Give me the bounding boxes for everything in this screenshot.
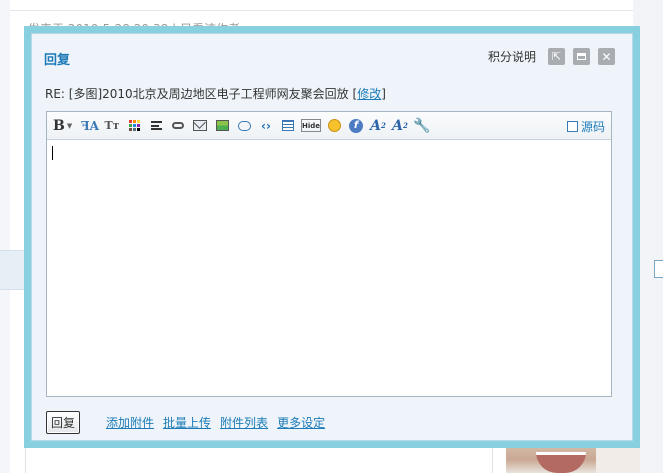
rich-text-editor: B ▼ ꟻA Tт ‹› Hide f A2 A2 🔧 源码 (46, 111, 612, 397)
maximize-icon[interactable] (573, 48, 590, 65)
reply-subject: RE: [多图]2010北京及周边地区电子工程师网友聚会回放 [修改] (45, 85, 386, 102)
dialog-title: 回复 (44, 53, 71, 68)
editor-toolbar: B ▼ ꟻA Tт ‹› Hide f A2 A2 🔧 源码 (47, 112, 611, 140)
bold-glyph: B (53, 117, 65, 134)
select-checkbox[interactable] (654, 260, 663, 278)
reply-submit-button[interactable]: 回复 (46, 411, 81, 434)
source-toggle[interactable]: 源码 (566, 118, 605, 135)
source-label[interactable]: 源码 (581, 118, 605, 135)
wrench-icon[interactable]: 🔧 (413, 117, 431, 135)
more-settings-link[interactable]: 更多设定 (277, 414, 325, 431)
bold-button[interactable]: B ▼ (53, 117, 77, 135)
add-attachment-link[interactable]: 添加附件 (106, 414, 154, 431)
divider (10, 10, 663, 11)
bracket-close: ] (381, 87, 386, 101)
edit-subject-link[interactable]: 修改 (357, 87, 381, 101)
dialog-controls: 积分说明 ⇱ ✕ (488, 48, 615, 65)
reply-dialog-frame: 回复 积分说明 ⇱ ✕ RE: [多图]2010北京及周边地区电子工程师网友聚会… (24, 26, 640, 448)
source-checkbox[interactable] (566, 121, 578, 132)
superscript-button[interactable]: A2 (369, 117, 387, 135)
batch-upload-link[interactable]: 批量上传 (163, 414, 211, 431)
font-icon[interactable]: ꟻA (81, 117, 99, 135)
text-cursor (52, 146, 53, 160)
table-icon[interactable] (279, 117, 297, 135)
attachment-list-link[interactable]: 附件列表 (220, 414, 268, 431)
points-info-link[interactable]: 积分说明 (488, 48, 536, 65)
align-icon[interactable] (147, 117, 165, 135)
email-icon[interactable] (191, 117, 209, 135)
dialog-footer: 回复 添加附件 批量上传 附件列表 更多设定 (46, 411, 334, 434)
font-size-button[interactable]: Tт (103, 117, 121, 135)
smiley-icon[interactable] (325, 117, 343, 135)
subscript-glyph: A (392, 117, 403, 134)
hide-button[interactable]: Hide (301, 119, 321, 132)
popout-icon[interactable]: ⇱ (548, 48, 565, 65)
flash-icon[interactable]: f (347, 117, 365, 135)
message-body-input[interactable] (47, 140, 611, 396)
link-icon[interactable] (169, 117, 187, 135)
close-icon[interactable]: ✕ (598, 48, 615, 65)
subscript-button[interactable]: A2 (391, 117, 409, 135)
reply-dialog: 回复 积分说明 ⇱ ✕ RE: [多图]2010北京及周边地区电子工程师网友聚会… (31, 33, 633, 441)
subject-text: RE: [多图]2010北京及周边地区电子工程师网友聚会回放 (45, 87, 349, 101)
color-palette-icon[interactable] (125, 117, 143, 135)
image-icon[interactable] (213, 117, 231, 135)
superscript-glyph: A (370, 117, 381, 134)
code-button[interactable]: ‹› (257, 117, 275, 135)
quote-icon[interactable] (235, 117, 253, 135)
